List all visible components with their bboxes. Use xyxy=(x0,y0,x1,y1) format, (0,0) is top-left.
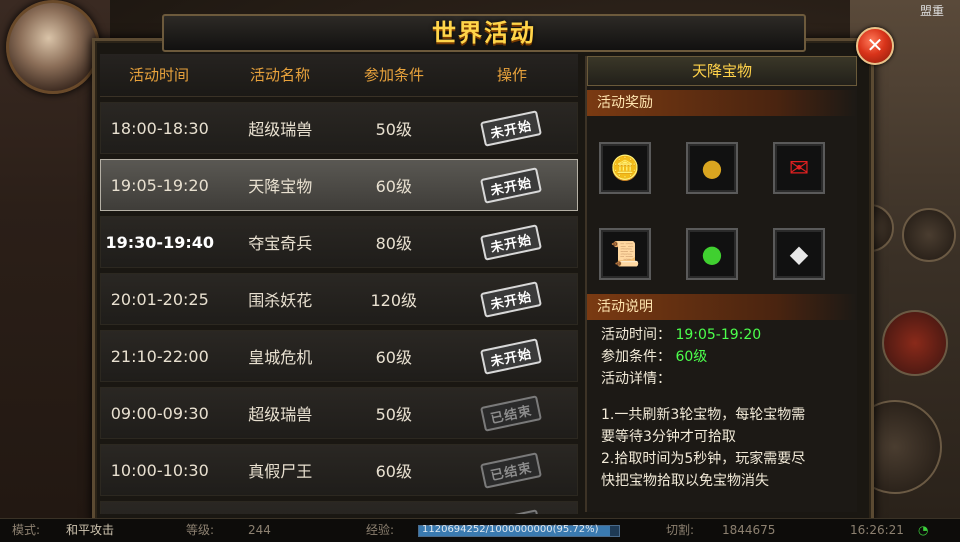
description-line: 1.一共刷新3轮宝物，每轮宝物需 xyxy=(601,407,806,423)
activity-time: 18:00-18:30 xyxy=(110,118,209,138)
table-row[interactable]: 19:05-19:20 天降宝物 60级 未开始 xyxy=(100,159,578,211)
ended-stamp[interactable]: 已结束 xyxy=(480,394,543,432)
rewards-grid: 🪙 ● ✉ 📜 ● ◆ xyxy=(587,116,857,294)
skill-button-2[interactable] xyxy=(902,208,956,262)
header-condition: 参加条件 xyxy=(363,66,424,84)
activity-time: 10:00-10:30 xyxy=(110,460,209,480)
activity-condition: 120级 xyxy=(370,291,418,310)
activity-condition: 50级 xyxy=(375,405,412,424)
time-value: 19:05-19:20 xyxy=(675,327,762,343)
panel-title: 世界活动 xyxy=(432,18,536,47)
activity-detail-panel: 天降宝物 活动奖励 🪙 ● ✉ 📜 ● ◆ 活动说明 活动时间： 19:05-19:20 … xyxy=(585,56,857,512)
activity-condition: 60级 xyxy=(375,177,412,196)
table-row[interactable]: 09:00-09:30 超级瑞兽 50级 已结束 xyxy=(100,387,578,439)
activity-time: 19:05-19:20 xyxy=(110,175,209,195)
activity-action: 未开始 xyxy=(446,337,577,375)
activity-action: 未开始 xyxy=(446,109,577,147)
gold-coin-icon[interactable]: ● xyxy=(686,142,738,194)
description-line: 要等待3分钟才可拾取 xyxy=(601,429,736,445)
exp-label: 经验: xyxy=(366,523,395,537)
activity-name: 天降宝物 xyxy=(248,177,313,196)
activity-condition: 60级 xyxy=(375,462,412,481)
activity-action: 已结束 xyxy=(446,451,577,489)
table-row[interactable]: 18:00-18:30 超级瑞兽 50级 未开始 xyxy=(100,102,578,154)
cut-label: 切割: xyxy=(666,523,695,537)
activity-action: 已结束 xyxy=(446,394,577,432)
table-row[interactable]: 19:30-19:40 夺宝奇兵 80级 未开始 xyxy=(100,216,578,268)
clock: 16:26:21 xyxy=(850,523,904,537)
map-name: 盟重 xyxy=(920,4,945,18)
mode-label: 模式: xyxy=(12,523,41,537)
silver-ore-icon[interactable]: ◆ xyxy=(773,228,825,280)
condition-label: 参加条件： xyxy=(601,349,671,365)
not-started-stamp[interactable]: 未开始 xyxy=(480,223,543,261)
condition-value: 60级 xyxy=(675,349,708,365)
ended-stamp[interactable]: 已结束 xyxy=(480,508,543,514)
activity-action: 未开始 xyxy=(446,166,577,204)
scroll-icon[interactable]: 📜 xyxy=(599,228,651,280)
wifi-icon: ◔ xyxy=(918,523,929,537)
table-row[interactable]: 11:00-11:30超级瑞兽50级已结束 xyxy=(100,501,578,514)
status-bar: 模式: 和平攻击 等级: 244 经验: 1120694252/10000000… xyxy=(0,518,960,542)
panel-title-bar: 世界活动 xyxy=(162,14,806,52)
red-envelope-icon[interactable]: ✉ xyxy=(773,142,825,194)
description-line: 2.拾取时间为5秒钟，玩家需要尽 xyxy=(601,451,806,467)
activity-time: 19:30-19:40 xyxy=(105,232,215,252)
activity-name: 真假尸王 xyxy=(248,462,313,481)
activity-time: 21:10-22:00 xyxy=(110,346,209,366)
activity-name: 超级瑞兽 xyxy=(248,120,313,139)
activity-action: 未开始 xyxy=(446,223,577,261)
activity-table: 活动时间 活动名称 参加条件 操作 18:00-18:30 超级瑞兽 50级 未开始 1… xyxy=(100,54,578,514)
activity-condition: 80级 xyxy=(375,234,412,253)
info-header: 活动说明 xyxy=(587,294,857,320)
detail-label: 活动详情： xyxy=(601,371,671,387)
table-row[interactable]: 21:10-22:00 皇城危机 60级 未开始 xyxy=(100,330,578,382)
activity-name: 围杀妖花 xyxy=(248,291,313,310)
rewards-header: 活动奖励 xyxy=(587,90,857,116)
table-row[interactable]: 10:00-10:30 真假尸王 60级 已结束 xyxy=(100,444,578,496)
activity-condition: 50级 xyxy=(375,120,412,139)
activity-rows: 18:00-18:30 超级瑞兽 50级 未开始 19:05-19:20 天降宝物 60级未… xyxy=(100,102,578,514)
not-started-stamp[interactable]: 未开始 xyxy=(480,166,543,204)
player-avatar[interactable] xyxy=(6,0,100,94)
header-name: 活动名称 xyxy=(249,66,310,84)
not-started-stamp[interactable]: 未开始 xyxy=(480,280,543,318)
mode-value[interactable]: 和平攻击 xyxy=(66,519,114,541)
cut-value: 1844675 xyxy=(722,523,776,537)
activity-time: 20:01-20:25 xyxy=(110,289,209,309)
detail-title: 天降宝物 xyxy=(587,56,857,86)
close-button[interactable]: ✕ xyxy=(856,27,894,65)
level-label: 等级: xyxy=(186,523,215,537)
not-started-stamp[interactable]: 未开始 xyxy=(480,109,543,147)
table-row[interactable]: 20:01-20:25 围杀妖花 120级 未开始 xyxy=(100,273,578,325)
time-label: 活动时间： xyxy=(601,327,671,343)
level-value: 244 xyxy=(248,523,271,537)
activity-condition: 60级 xyxy=(375,348,412,367)
activity-name: 夺宝奇兵 xyxy=(248,234,313,253)
green-orb-icon[interactable]: ● xyxy=(686,228,738,280)
activity-time: 09:00-09:30 xyxy=(110,403,209,423)
header-time: 活动时间 xyxy=(128,66,189,84)
attack-skill-button[interactable] xyxy=(882,310,948,376)
activity-action: 未开始 xyxy=(446,280,577,318)
gold-ingot-icon[interactable]: 🪙 xyxy=(599,142,651,194)
activity-name: 皇城危机 xyxy=(248,348,313,367)
activity-description: 1.一共刷新3轮宝物，每轮宝物需 要等待3分钟才可拾取 2.拾取时间为5秒钟，玩… xyxy=(587,394,857,492)
activity-name: 超级瑞兽 xyxy=(248,405,313,424)
description-line: 快把宝物拾取以免宝物消失 xyxy=(601,473,769,489)
exp-value: 1120694252/1000000000(95.72%) xyxy=(422,524,599,535)
not-started-stamp[interactable]: 未开始 xyxy=(480,337,543,375)
activity-info: 活动时间： 19:05-19:20 参加条件： 60级 活动详情： xyxy=(587,320,857,394)
table-header: 活动时间 活动名称 参加条件 操作 xyxy=(100,54,578,97)
header-action: 操作 xyxy=(496,66,527,84)
ended-stamp[interactable]: 已结束 xyxy=(480,451,543,489)
